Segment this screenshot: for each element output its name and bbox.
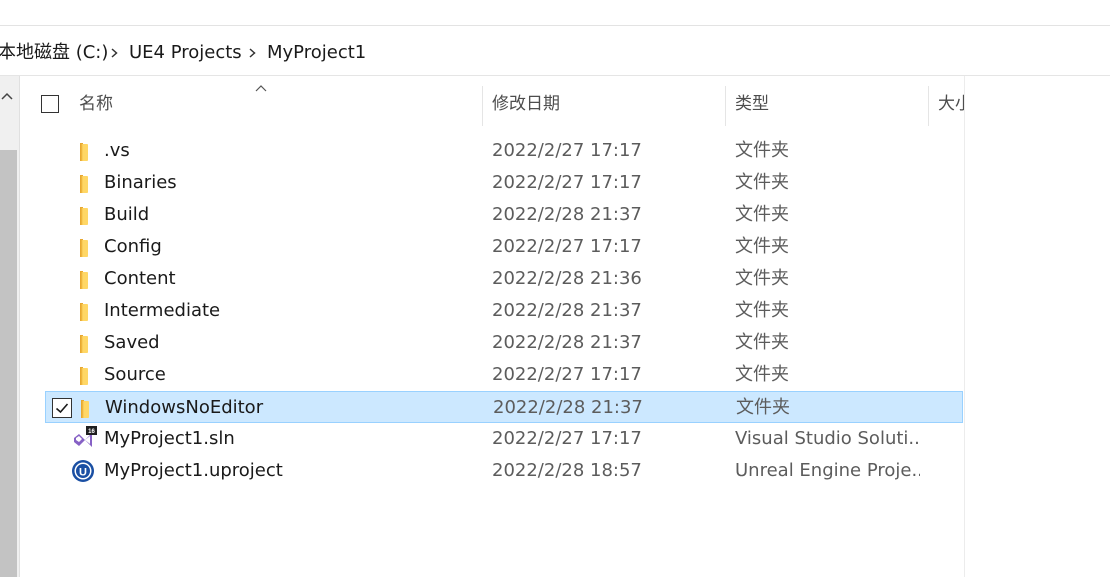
file-name: .vs <box>104 140 130 161</box>
column-divider[interactable] <box>725 86 726 126</box>
breadcrumb-local-disk[interactable]: 本地磁盘 (C:) <box>0 41 108 65</box>
file-name: MyProject1.sln <box>104 428 235 449</box>
column-divider[interactable] <box>928 86 929 126</box>
file-row[interactable]: Binaries 2022/2/27 17:17 文件夹 <box>45 167 963 199</box>
address-bar[interactable]: 本地磁盘 (C:) UE4 Projects MyProject1 <box>0 31 1110 76</box>
column-header-name[interactable]: 名称 <box>79 93 113 115</box>
unreal-engine-icon: U <box>72 460 95 482</box>
file-name: WindowsNoEditor <box>105 397 264 418</box>
folder-icon <box>73 238 95 258</box>
file-row[interactable]: WindowsNoEditor 2022/2/28 21:37 文件夹 <box>45 391 963 423</box>
file-modified-date: 2022/2/28 21:37 <box>492 204 642 225</box>
file-name: Source <box>104 364 166 385</box>
folder-icon <box>73 366 95 386</box>
file-row[interactable]: Intermediate 2022/2/28 21:37 文件夹 <box>45 295 963 327</box>
file-row[interactable]: Saved 2022/2/28 21:37 文件夹 <box>45 327 963 359</box>
column-header-date[interactable]: 修改日期 <box>492 93 560 115</box>
column-header-size[interactable]: 大小 <box>938 93 964 115</box>
breadcrumb-myproject1[interactable]: MyProject1 <box>267 41 366 65</box>
file-row[interactable]: Source 2022/2/27 17:17 文件夹 <box>45 359 963 391</box>
scroll-up-arrow-icon[interactable] <box>1 92 13 100</box>
folder-icon <box>73 142 95 162</box>
file-row[interactable]: 16 MyProject1.sln 2022/2/27 17:17 Visual St… <box>45 423 963 455</box>
ribbon-area <box>0 0 1110 26</box>
file-row[interactable]: Content 2022/2/28 21:36 文件夹 <box>45 263 963 295</box>
sort-ascending-icon <box>255 85 267 92</box>
folder-icon <box>73 270 95 290</box>
file-name: Saved <box>104 332 160 353</box>
file-modified-date: 2022/2/27 17:17 <box>492 140 642 161</box>
file-type: 文件夹 <box>735 268 789 289</box>
folder-icon <box>73 334 95 354</box>
file-name: Binaries <box>104 172 177 193</box>
file-type: Visual Studio Soluti... <box>735 428 920 449</box>
column-header-type[interactable]: 类型 <box>735 93 769 115</box>
file-type: 文件夹 <box>735 332 789 353</box>
folder-icon <box>73 302 95 322</box>
file-type: 文件夹 <box>735 204 789 225</box>
svg-text:U: U <box>79 467 87 479</box>
file-modified-date: 2022/2/27 17:17 <box>492 236 642 257</box>
scrollbar-thumb[interactable] <box>0 150 17 577</box>
file-row[interactable]: Build 2022/2/28 21:37 文件夹 <box>45 199 963 231</box>
checkmark-icon <box>55 403 69 414</box>
chevron-right-icon[interactable] <box>249 48 256 58</box>
chevron-right-icon[interactable] <box>111 48 118 58</box>
file-modified-date: 2022/2/27 17:17 <box>492 172 642 193</box>
file-modified-date: 2022/2/27 17:17 <box>492 364 642 385</box>
file-type: 文件夹 <box>735 172 789 193</box>
file-type: 文件夹 <box>735 236 789 257</box>
file-type: Unreal Engine Proje... <box>735 460 920 481</box>
file-name: Intermediate <box>104 300 221 321</box>
file-modified-date: 2022/2/28 18:57 <box>492 460 642 481</box>
file-modified-date: 2022/2/28 21:37 <box>493 397 643 418</box>
file-name: MyProject1.uproject <box>104 460 283 481</box>
file-row[interactable]: U MyProject1.uproject 2022/2/28 18:57 Unrea… <box>45 455 963 487</box>
file-row[interactable]: Config 2022/2/27 17:17 文件夹 <box>45 231 963 263</box>
folder-icon <box>73 174 95 194</box>
file-row[interactable]: .vs 2022/2/27 17:17 文件夹 <box>45 135 963 167</box>
folder-icon <box>74 399 96 419</box>
file-name: Content <box>104 268 176 289</box>
file-modified-date: 2022/2/28 21:37 <box>492 332 642 353</box>
svg-text:16: 16 <box>88 429 95 435</box>
select-all-checkbox[interactable] <box>41 95 59 113</box>
file-modified-date: 2022/2/28 21:36 <box>492 268 642 289</box>
file-modified-date: 2022/2/27 17:17 <box>492 428 642 449</box>
column-divider[interactable] <box>482 86 483 126</box>
file-type: 文件夹 <box>735 364 789 385</box>
file-type: 文件夹 <box>735 300 789 321</box>
visual-studio-solution-icon: 16 <box>73 426 97 450</box>
folder-icon <box>73 206 95 226</box>
file-modified-date: 2022/2/28 21:37 <box>492 300 642 321</box>
file-name: Build <box>104 204 150 225</box>
file-name: Config <box>104 236 162 257</box>
row-checkbox[interactable] <box>52 398 72 418</box>
file-type: 文件夹 <box>736 397 790 418</box>
breadcrumb-ue4-projects[interactable]: UE4 Projects <box>129 41 242 65</box>
file-type: 文件夹 <box>735 140 789 161</box>
column-header-size-clip: 大小 <box>936 76 964 128</box>
